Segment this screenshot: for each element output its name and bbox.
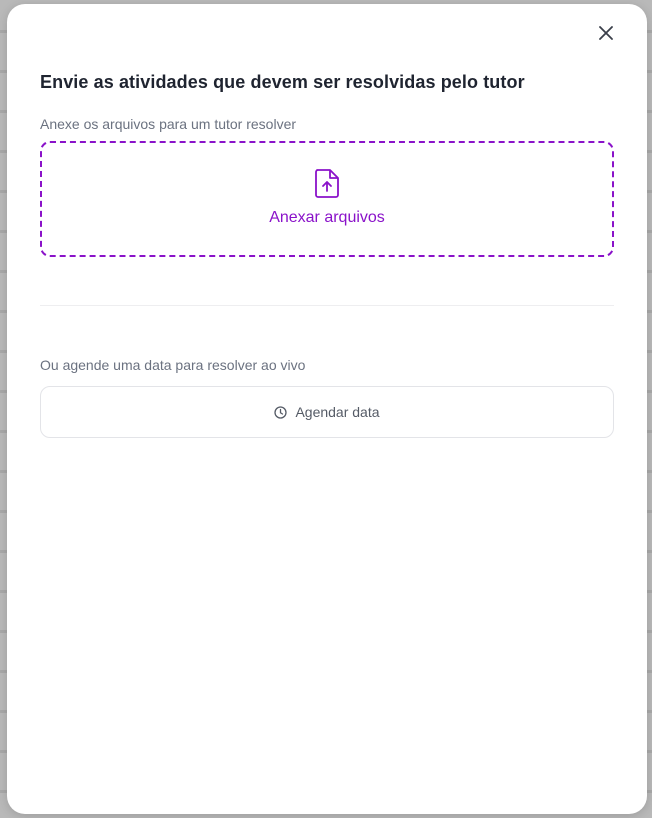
file-upload-icon <box>315 169 339 198</box>
schedule-date-label: Agendar data <box>295 404 380 420</box>
attach-label: Anexe os arquivos para um tutor resolver <box>40 116 297 132</box>
section-divider <box>40 305 614 306</box>
close-button[interactable] <box>595 22 617 44</box>
clock-icon <box>274 405 288 419</box>
modal-title: Envie as atividades que devem ser resolv… <box>40 72 525 92</box>
schedule-date-button[interactable]: Agendar data <box>40 386 614 438</box>
close-icon <box>599 26 613 40</box>
attach-files-label: Anexar arquivos <box>269 209 385 226</box>
attach-files-dropzone[interactable]: Anexar arquivos <box>40 141 614 257</box>
upload-modal: Envie as atividades que devem ser resolv… <box>7 4 647 814</box>
schedule-label: Ou agende uma data para resolver ao vivo <box>40 357 306 373</box>
